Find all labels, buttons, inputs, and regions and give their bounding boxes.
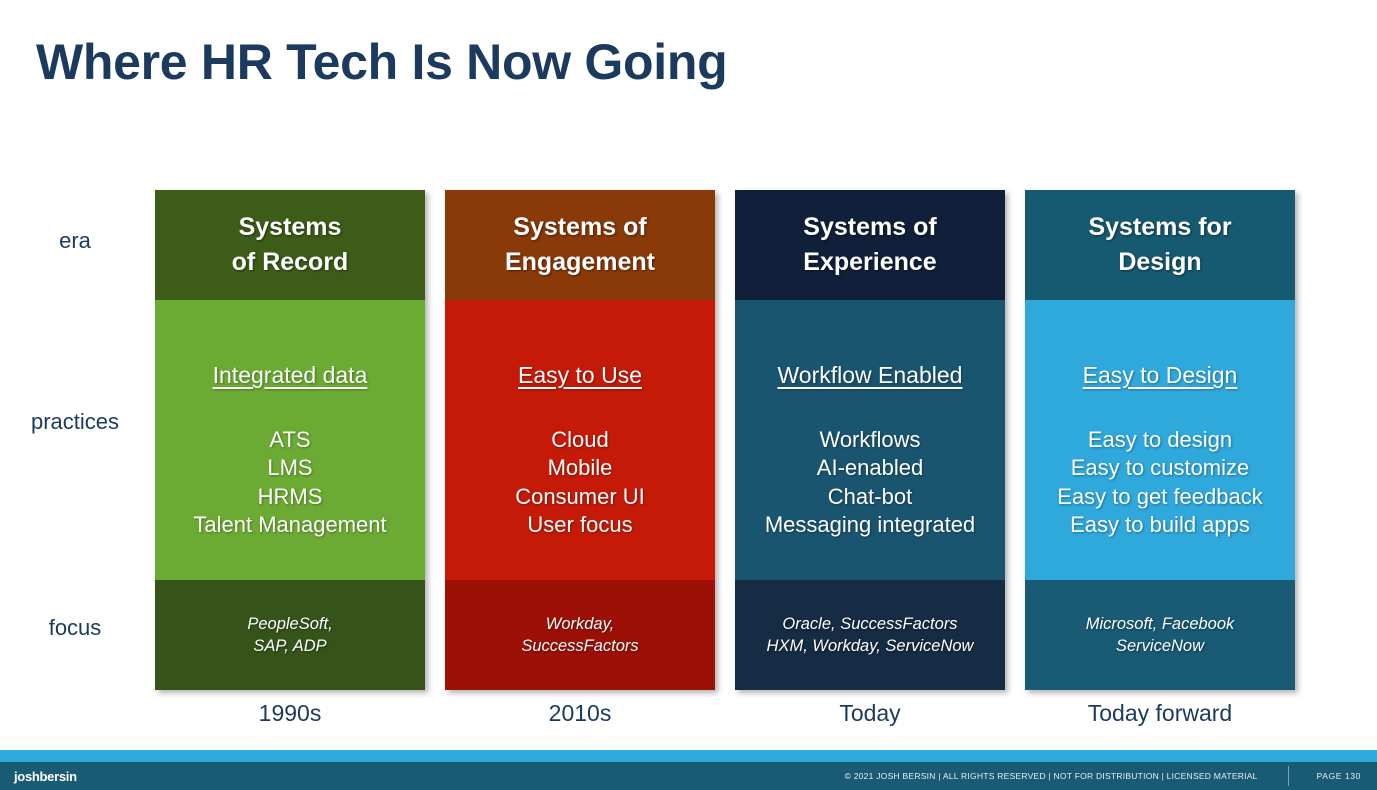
list-item: Chat-bot — [827, 483, 913, 509]
column-footer-line1: Workday, — [545, 615, 615, 633]
column-header-line2: Engagement — [504, 248, 656, 276]
era-columns: Systems of Record Integrated data ATS LM… — [155, 190, 1295, 690]
timeline-captions: 1990s 2010s Today Today forward — [155, 700, 1295, 728]
column-header: Systems of Record — [155, 190, 425, 300]
column-header-line1: Systems of — [513, 212, 647, 241]
column-body: Integrated data ATS LMS HRMS Talent Mana… — [155, 300, 425, 580]
column-footer-line2: SuccessFactors — [521, 637, 639, 655]
era-column-systems-of-experience: Systems of Experience Workflow Enabled W… — [735, 190, 1005, 690]
column-header: Systems of Engagement — [445, 190, 715, 300]
column-body-list: Cloud Mobile Consumer UI User focus — [515, 426, 645, 540]
timeline-caption: 2010s — [548, 700, 612, 726]
row-label-practices: practices — [30, 409, 120, 434]
column-footer-line1: Microsoft, Facebook — [1085, 615, 1235, 633]
timeline-caption: Today — [839, 700, 901, 726]
column-body-list: ATS LMS HRMS Talent Management — [193, 426, 386, 540]
slide-canvas: Where HR Tech Is Now Going era practices… — [0, 0, 1377, 790]
column-header-line1: Systems of — [803, 212, 937, 241]
column-body: Workflow Enabled Workflows AI-enabled Ch… — [735, 300, 1005, 580]
column-footer-line1: Oracle, SuccessFactors — [782, 615, 958, 633]
era-column-systems-of-engagement: Systems of Engagement Easy to Use Cloud … — [445, 190, 715, 690]
column-body-list: Easy to design Easy to customize Easy to… — [1057, 426, 1262, 540]
column-footer: Workday, SuccessFactors — [445, 580, 715, 690]
column-body-list: Workflows AI-enabled Chat-bot Messaging … — [765, 426, 975, 540]
column-body: Easy to Use Cloud Mobile Consumer UI Use… — [445, 300, 715, 580]
row-label-focus: focus — [48, 615, 102, 640]
column-header-line1: Systems for — [1088, 212, 1232, 241]
page-number: PAGE 130 — [1316, 771, 1361, 781]
list-item: Mobile — [547, 455, 613, 481]
column-body-heading: Integrated data — [212, 362, 368, 388]
list-item: HRMS — [257, 483, 323, 509]
column-header: Systems of Experience — [735, 190, 1005, 300]
list-item: LMS — [267, 455, 313, 481]
brand-logo: joshbersin — [14, 768, 77, 784]
column-footer: Microsoft, Facebook ServiceNow — [1025, 580, 1295, 690]
page-title: Where HR Tech Is Now Going — [36, 34, 728, 90]
row-label-era: era — [59, 228, 91, 253]
list-item: User focus — [527, 512, 633, 538]
list-item: Workflows — [819, 426, 921, 452]
column-footer-line2: SAP, ADP — [253, 637, 327, 655]
column-footer-line1: PeopleSoft, — [247, 615, 333, 633]
column-footer-line2: ServiceNow — [1115, 637, 1205, 655]
footer-divider — [1287, 766, 1289, 786]
era-column-systems-of-record: Systems of Record Integrated data ATS LM… — [155, 190, 425, 690]
column-body: Easy to Design Easy to design Easy to cu… — [1025, 300, 1295, 580]
copyright-notice: © 2021 JOSH BERSIN | ALL RIGHTS RESERVED… — [844, 771, 1258, 781]
column-footer: Oracle, SuccessFactors HXM, Workday, Ser… — [735, 580, 1005, 690]
list-item: Easy to design — [1087, 426, 1233, 452]
footer-accent-stripe — [0, 750, 1377, 762]
timeline-caption: 1990s — [258, 700, 322, 726]
column-footer-line2: HXM, Workday, ServiceNow — [766, 637, 974, 655]
timeline-caption: Today forward — [1087, 700, 1233, 726]
list-item: Easy to build apps — [1070, 512, 1250, 538]
column-body-heading: Workflow Enabled — [777, 362, 963, 388]
list-item: Consumer UI — [515, 483, 645, 509]
list-item: Cloud — [551, 426, 609, 452]
column-body-heading: Easy to Use — [518, 362, 642, 388]
list-item: Talent Management — [193, 512, 387, 538]
column-body-heading: Easy to Design — [1082, 362, 1238, 388]
column-header-line2: of Record — [231, 248, 349, 276]
list-item: AI-enabled — [816, 455, 924, 481]
list-item: Easy to customize — [1070, 455, 1250, 481]
column-header: Systems for Design — [1025, 190, 1295, 300]
column-footer: PeopleSoft, SAP, ADP — [155, 580, 425, 690]
list-item: Messaging integrated — [764, 512, 976, 538]
column-header-line2: Experience — [803, 248, 937, 276]
list-item: ATS — [269, 426, 311, 452]
column-header-line1: Systems — [238, 212, 342, 241]
footer-bar: joshbersin © 2021 JOSH BERSIN | ALL RIGH… — [0, 762, 1377, 790]
column-header-line2: Design — [1118, 248, 1202, 276]
list-item: Easy to get feedback — [1057, 483, 1263, 509]
era-column-systems-for-design: Systems for Design Easy to Design Easy t… — [1025, 190, 1295, 690]
